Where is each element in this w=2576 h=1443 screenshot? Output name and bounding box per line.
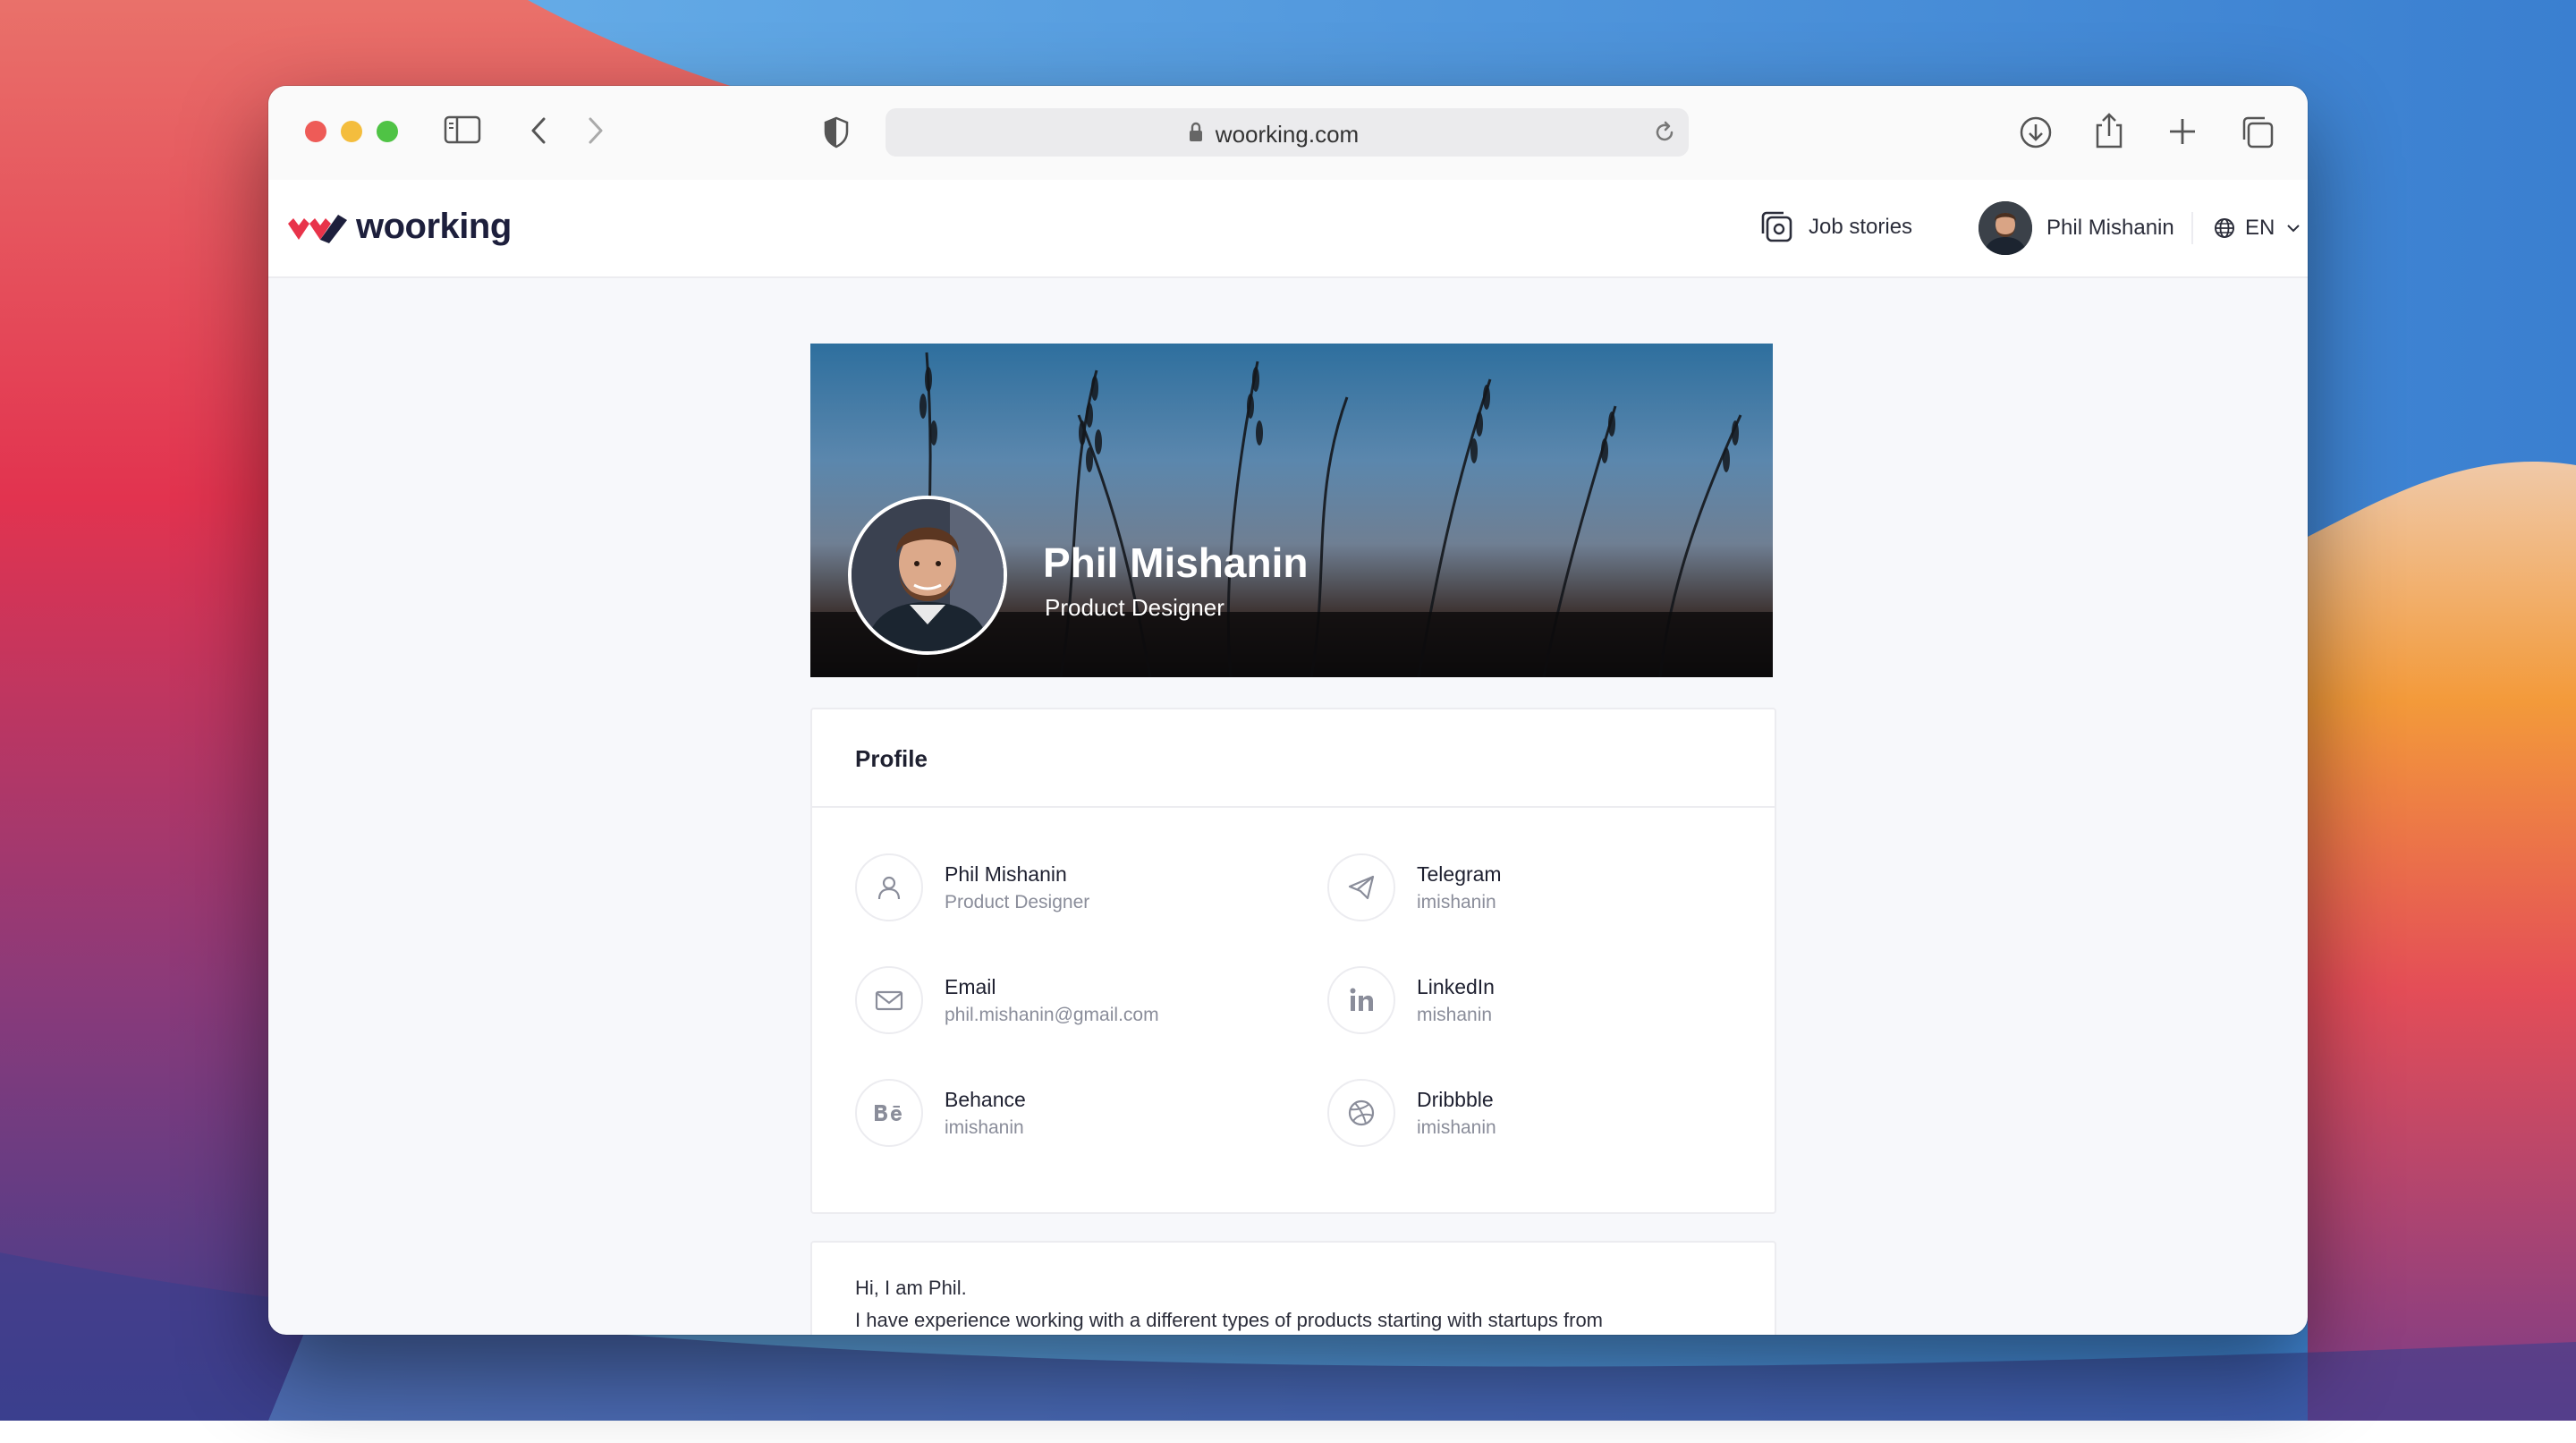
browser-window: woorking.com woorking Job stories Phil M… bbox=[268, 86, 2308, 1335]
profile-avatar bbox=[848, 496, 1007, 655]
linkedin-icon bbox=[1327, 966, 1395, 1034]
profile-card: Profile Phil Mishanin Product Designer T… bbox=[810, 708, 1776, 1214]
profile-cover: Phil Mishanin Product Designer bbox=[810, 344, 1773, 677]
sidebar-toggle-icon[interactable] bbox=[444, 115, 481, 149]
share-icon[interactable] bbox=[2093, 111, 2125, 155]
profile-item-value: phil.mishanin@gmail.com bbox=[945, 1004, 1159, 1025]
profile-card-header: Profile bbox=[812, 709, 1775, 808]
profile-item-name: Phil Mishanin Product Designer bbox=[855, 853, 1089, 921]
profile-item-label: Phil Mishanin bbox=[945, 862, 1067, 886]
header-divider bbox=[2191, 212, 2193, 244]
about-line-2: I have experience working with a differe… bbox=[855, 1309, 1603, 1331]
close-window-button[interactable] bbox=[305, 121, 326, 142]
privacy-shield-icon[interactable] bbox=[823, 116, 850, 153]
chevron-down-icon bbox=[2287, 225, 2301, 233]
address-bar[interactable]: woorking.com bbox=[886, 108, 1689, 157]
profile-item-behance[interactable]: Behance imishanin bbox=[855, 1079, 1026, 1147]
browser-toolbar: woorking.com bbox=[268, 86, 2308, 182]
dribbble-icon bbox=[1327, 1079, 1395, 1147]
zoom-window-button[interactable] bbox=[377, 121, 398, 142]
about-line-1: Hi, I am Phil. bbox=[855, 1277, 967, 1299]
profile-item-value: Product Designer bbox=[945, 891, 1090, 912]
job-stories-label: Job stories bbox=[1809, 215, 1913, 239]
profile-item-value: imishanin bbox=[1417, 891, 1496, 912]
profile-item-telegram[interactable]: Telegram imishanin bbox=[1327, 853, 1502, 921]
user-icon bbox=[855, 853, 923, 921]
nav-job-stories[interactable]: Job stories bbox=[1758, 208, 1912, 246]
profile-item-value: mishanin bbox=[1417, 1004, 1493, 1025]
profile-item-email[interactable]: Email phil.mishanin@gmail.com bbox=[855, 966, 1159, 1034]
profile-item-label: Behance bbox=[945, 1087, 1026, 1111]
profile-item-label: Telegram bbox=[1417, 862, 1502, 886]
logo-text: woorking bbox=[356, 207, 512, 246]
downloads-icon[interactable] bbox=[2018, 115, 2054, 155]
user-name: Phil Mishanin bbox=[2046, 216, 2174, 240]
new-tab-icon[interactable] bbox=[2167, 116, 2198, 151]
minimize-window-button[interactable] bbox=[341, 121, 362, 142]
woorking-logo-icon bbox=[288, 214, 347, 243]
language-label: EN bbox=[2245, 216, 2275, 240]
language-selector[interactable]: EN bbox=[2213, 216, 2301, 241]
job-stories-icon bbox=[1761, 211, 1792, 242]
mail-icon bbox=[855, 966, 923, 1034]
profile-item-label: Email bbox=[945, 974, 996, 998]
site-header: woorking Job stories Phil Mishanin EN bbox=[268, 180, 2308, 278]
reload-icon[interactable] bbox=[1651, 119, 1678, 150]
profile-item-label: LinkedIn bbox=[1417, 974, 1495, 998]
profile-item-value: imishanin bbox=[945, 1116, 1024, 1138]
telegram-icon bbox=[1327, 853, 1395, 921]
url-text: woorking.com bbox=[1215, 121, 1360, 148]
user-menu[interactable]: Phil Mishanin bbox=[1979, 201, 2174, 255]
profile-item-value: imishanin bbox=[1417, 1116, 1496, 1138]
profile-card-title: Profile bbox=[855, 745, 928, 772]
profile-name: Phil Mishanin bbox=[1043, 539, 1309, 586]
profile-item-linkedin[interactable]: LinkedIn mishanin bbox=[1327, 966, 1495, 1034]
profile-item-dribbble[interactable]: Dribbble imishanin bbox=[1327, 1079, 1496, 1147]
page-content: Phil Mishanin Product Designer Profile P… bbox=[268, 276, 2308, 1335]
behance-icon bbox=[855, 1079, 923, 1147]
back-icon[interactable] bbox=[528, 116, 549, 149]
profile-item-label: Dribbble bbox=[1417, 1087, 1494, 1111]
forward-icon[interactable] bbox=[585, 116, 606, 149]
profile-role: Product Designer bbox=[1045, 594, 1224, 621]
woorking-logo[interactable]: woorking bbox=[286, 207, 512, 247]
avatar bbox=[1979, 201, 2032, 255]
globe-icon bbox=[2215, 218, 2234, 238]
tab-overview-icon[interactable] bbox=[2240, 115, 2275, 155]
about-card: Hi, I am Phil. I have experience working… bbox=[810, 1241, 1776, 1335]
